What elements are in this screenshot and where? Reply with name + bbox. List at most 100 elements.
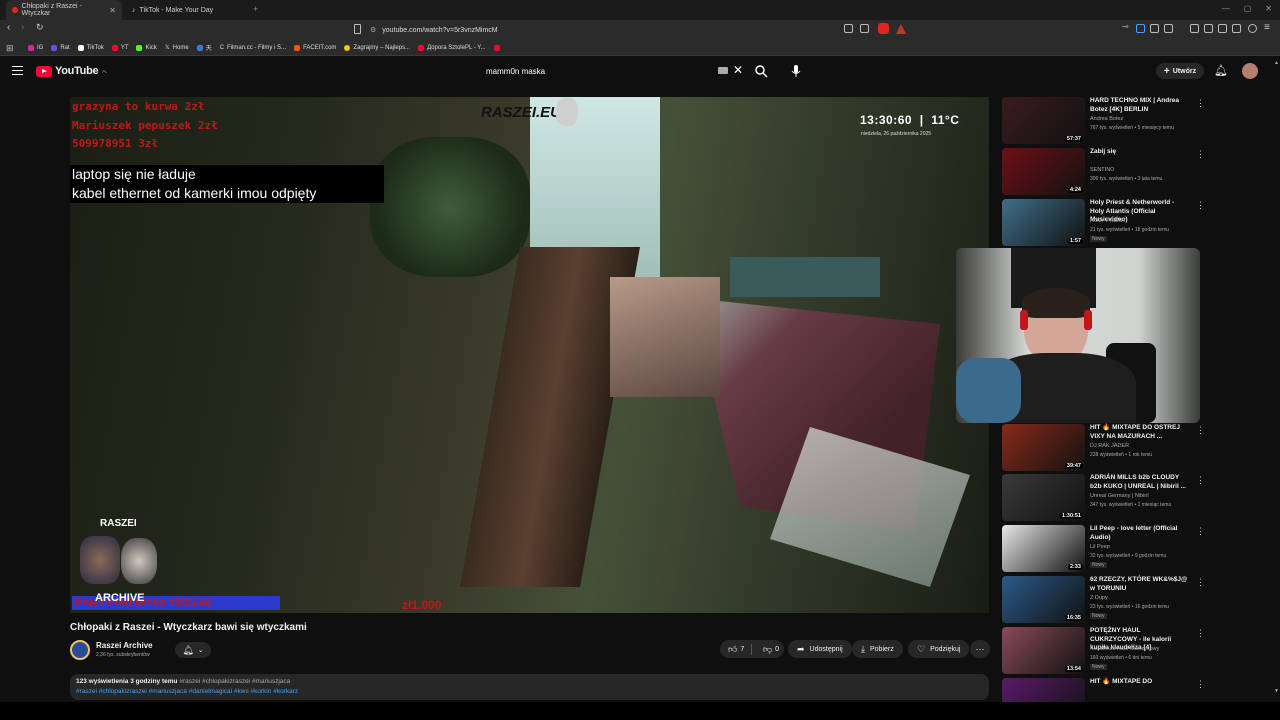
recommendation-title[interactable]: HIT 🔥 MIXTAPE DO — [1090, 678, 1188, 687]
brave-shield-icon[interactable] — [878, 23, 889, 34]
more-vert-icon[interactable]: ⋮ — [1196, 679, 1205, 690]
like-button[interactable]: 👍︎ 7 — [720, 643, 752, 655]
video-thumbnail[interactable]: 57:37 — [1002, 97, 1085, 144]
notifications-bell-icon[interactable]: 🔔︎ — [1214, 64, 1228, 77]
back-icon[interactable]: ‹ — [7, 22, 10, 33]
create-button[interactable]: + Utwórz — [1156, 63, 1204, 79]
subscribe-notifications-button[interactable]: 🔔︎ ⌄ — [175, 642, 211, 658]
more-vert-icon[interactable]: ⋮ — [1196, 200, 1205, 211]
youtube-logo[interactable]: YouTube PL — [36, 65, 107, 77]
bookmark-item[interactable]: FACEIT.com — [294, 44, 336, 51]
bookmark-page-icon[interactable] — [354, 24, 361, 34]
video-thumbnail[interactable]: 13:54 — [1002, 627, 1085, 674]
video-thumbnail[interactable]: 1:30:51 — [1002, 474, 1085, 521]
new-tab-icon[interactable]: + — [253, 4, 258, 14]
microphone-icon[interactable] — [790, 64, 802, 78]
extension-icon[interactable]: ⊸ — [1122, 22, 1131, 31]
more-vert-icon[interactable]: ⋮ — [1196, 526, 1205, 537]
forward-icon[interactable]: › — [21, 22, 24, 33]
bookmark-item[interactable]: 天 — [196, 43, 212, 52]
recommendation-item[interactable]: 2:33 Lil Peep - love letter (Official Aud… — [1002, 525, 1205, 573]
share-page-icon[interactable] — [860, 24, 869, 33]
bookmark-item[interactable]: 𝕏 Home — [165, 44, 189, 52]
video-thumbnail[interactable]: 39:47 — [1002, 424, 1085, 471]
page-scrollbar[interactable]: ▲ ▼ — [1274, 60, 1279, 700]
bookmark-item[interactable]: Zagrajmy – Najleps... — [344, 44, 410, 51]
more-vert-icon[interactable]: ⋮ — [1196, 475, 1205, 486]
recommendation-channel[interactable]: SENTINO — [1090, 167, 1114, 173]
recommendation-item[interactable]: 39:47 HIT 🔥 MIXTAPE DO OSTREJ VIXY NA MAZ… — [1002, 424, 1205, 472]
recommendation-title[interactable]: Zabij się — [1090, 148, 1188, 157]
vpn-icon[interactable] — [1248, 24, 1257, 33]
channel-name[interactable]: Raszei Archive — [96, 641, 153, 650]
share-button[interactable]: ➦ Udostępnij — [788, 640, 852, 658]
recommendation-item[interactable]: 13:54 POTĘŻNY HAUL CUKRZYCOWY - ile kalor… — [1002, 627, 1205, 675]
search-icon[interactable] — [754, 64, 768, 78]
more-vert-icon[interactable]: ⋮ — [1196, 98, 1205, 109]
address-bar[interactable]: ⚙ youtube.com/watch?v=5r3vnzMimcM — [370, 23, 910, 37]
video-thumbnail[interactable]: 2:33 — [1002, 525, 1085, 572]
reload-icon[interactable]: ↻ — [36, 22, 44, 33]
account-avatar[interactable] — [1242, 63, 1258, 79]
recommendation-item[interactable]: 16:35 62 RZECZY, KTÓRE WK&%$J@ w TORUNIU Z… — [1002, 576, 1205, 624]
clear-search-icon[interactable]: ✕ — [733, 63, 743, 77]
close-icon[interactable]: ✕ — [109, 6, 116, 15]
bookmark-item[interactable]: Rat — [51, 44, 70, 51]
apps-grid-icon[interactable]: ⊞ — [6, 43, 14, 54]
bookmark-item[interactable]: TikTok — [77, 44, 104, 51]
video-thumbnail[interactable]: 16:35 — [1002, 576, 1085, 623]
wallet-icon[interactable] — [1218, 24, 1227, 33]
more-vert-icon[interactable]: ⋮ — [1196, 577, 1205, 588]
bookmark-item[interactable]: C Filman.cc - Filmy i S... — [220, 45, 286, 51]
media-icon[interactable] — [1190, 24, 1199, 33]
recommendation-channel[interactable]: Klaudeliza Haul Cukrzycowy — [1090, 646, 1159, 652]
site-info-icon[interactable]: ⚙ — [370, 26, 376, 34]
bookmark-item[interactable]: Kick — [136, 44, 157, 51]
recommendation-title[interactable]: Lil Peep - love letter (Official Audio) — [1090, 525, 1188, 542]
channel-avatar[interactable] — [70, 640, 90, 660]
menu-icon[interactable]: ≡ — [1264, 22, 1270, 33]
extension-icon[interactable] — [1164, 24, 1173, 33]
search-input[interactable]: mamm0n maska — [478, 62, 748, 80]
bookmark-item[interactable] — [493, 44, 500, 51]
extension-icon[interactable] — [1136, 24, 1145, 33]
recommendation-channel[interactable]: Andrea Botez — [1090, 116, 1123, 122]
recommendation-title[interactable]: HARD TECHNO MIX | Andrea Botez [4K] BERL… — [1090, 97, 1188, 114]
recommendation-channel[interactable]: Z Dupy — [1090, 595, 1108, 601]
recommendation-channel[interactable]: HOLY PRIEST — [1090, 218, 1126, 224]
download-button[interactable]: ⤓ Pobierz — [852, 640, 903, 658]
video-thumbnail[interactable]: 4:24 — [1002, 148, 1085, 195]
more-actions-button[interactable]: ⋯ — [970, 640, 990, 658]
window-close-icon[interactable]: ✕ — [1265, 4, 1272, 13]
extension-icon[interactable] — [1150, 24, 1159, 33]
recommendation-channel[interactable]: Lil Peep — [1090, 544, 1110, 550]
keyboard-icon[interactable] — [718, 67, 728, 74]
more-vert-icon[interactable]: ⋮ — [1196, 149, 1205, 160]
browser-tab[interactable]: ♪ TikTok - Make Your Day — [126, 0, 246, 20]
more-vert-icon[interactable]: ⋮ — [1196, 628, 1205, 639]
minimize-icon[interactable]: — — [1222, 4, 1230, 13]
recommendation-title[interactable]: 62 RZECZY, KTÓRE WK&%$J@ w TORUNIU — [1090, 576, 1188, 593]
downloads-icon[interactable] — [1232, 24, 1241, 33]
cast-icon[interactable] — [844, 24, 853, 33]
scroll-up-icon[interactable]: ▲ — [1274, 60, 1279, 66]
bookmark-item[interactable]: YT — [111, 44, 128, 51]
scroll-down-icon[interactable]: ▼ — [1274, 688, 1279, 694]
bookmark-item[interactable]: IG — [28, 44, 43, 51]
browser-tab-active[interactable]: Chłopaki z Raszei - Wtyczkar ✕ — [6, 0, 122, 20]
thanks-button[interactable]: ♡ Podziękuj — [908, 640, 970, 658]
recommendation-title[interactable]: ADRIÁN MILLS b2b CLOUDY b2b KUKO | UNREA… — [1090, 474, 1188, 491]
maximize-icon[interactable]: ▢ — [1244, 4, 1252, 13]
bookmark-item[interactable]: Дорога SztolePL - Y... — [418, 44, 486, 51]
description-hashtags[interactable]: #raszei #chlopakizraszei #mariuszjaca #d… — [76, 688, 298, 695]
video-thumbnail[interactable]: 1:57 — [1002, 199, 1085, 246]
hamburger-menu-icon[interactable] — [12, 66, 23, 75]
recommendation-channel[interactable]: Unreal Germany | Nibiril — [1090, 493, 1149, 499]
recommendation-item[interactable]: 1:57 Holy Priest & Netherworld - Holy Atl… — [1002, 199, 1205, 247]
dislike-button[interactable]: 👎︎ 0 — [757, 644, 779, 655]
recommendation-channel[interactable]: DJ RAK JADER — [1090, 443, 1129, 449]
recommendation-item[interactable]: 57:37 HARD TECHNO MIX | Andrea Botez [4K]… — [1002, 97, 1205, 145]
recommendation-item[interactable]: 1:30:51 ADRIÁN MILLS b2b CLOUDY b2b KUKO … — [1002, 474, 1205, 522]
recommendation-item[interactable]: 4:24 Zabij się SENTINO 306 tys. wyświetleń … — [1002, 148, 1205, 196]
more-vert-icon[interactable]: ⋮ — [1196, 425, 1205, 436]
